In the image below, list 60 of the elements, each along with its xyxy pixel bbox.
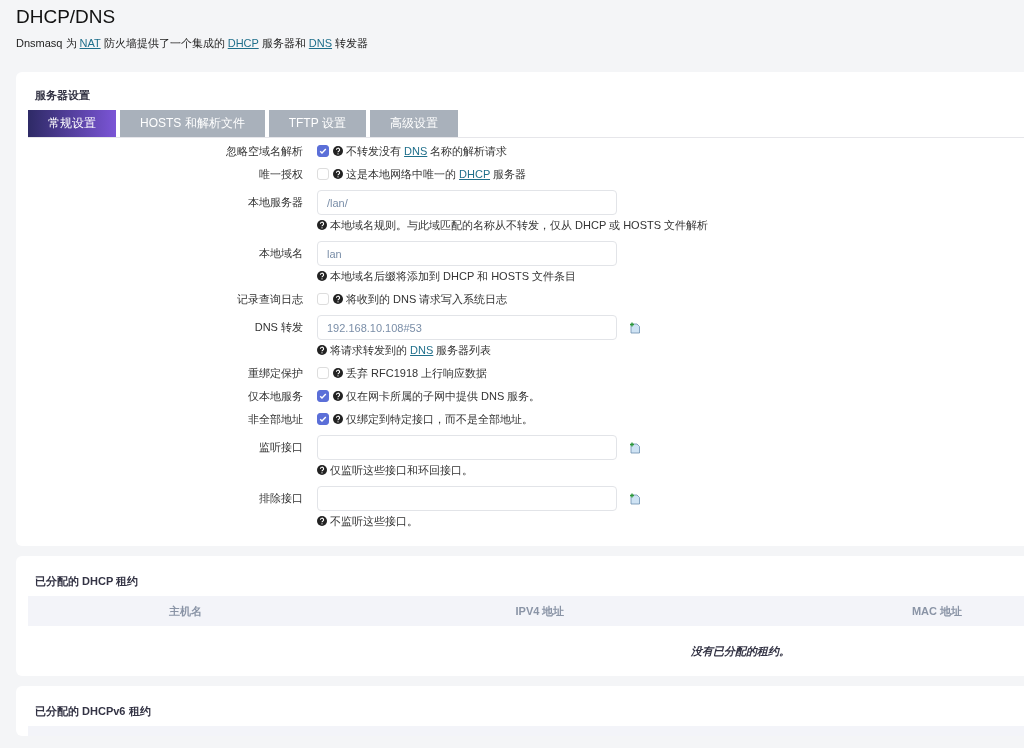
help-icon — [333, 146, 343, 156]
checkbox[interactable] — [317, 413, 329, 425]
page-description: Dnsmasq 为 NAT 防火墙提供了一个集成的 DHCP 服务器和 DNS 转发器 — [16, 36, 370, 50]
help-text: 仅在网卡所属的子网中提供 DNS 服务。 — [333, 389, 541, 403]
help-icon — [317, 516, 327, 526]
help-icon — [333, 368, 343, 378]
help-text: 将收到的 DNS 请求写入系统日志 — [333, 292, 508, 306]
field-label: 仅本地服务 — [247, 389, 303, 403]
field-label: 记录查询日志 — [236, 292, 303, 306]
column-header: IPV4 地址 — [342, 596, 738, 626]
checkbox[interactable] — [317, 390, 329, 402]
tab[interactable]: 常规设置 — [28, 110, 116, 137]
help-text: 仅绑定到特定接口，而不是全部地址。 — [333, 412, 533, 426]
help-text: 丢弃 RFC1918 上行响应数据 — [333, 366, 488, 380]
help-icon — [333, 294, 343, 304]
help-icon — [333, 391, 343, 401]
add-entry-icon[interactable] — [629, 321, 641, 334]
input-field[interactable]: /lan/ — [317, 190, 617, 215]
field-label: 排除接口 — [258, 491, 303, 505]
help-icon — [317, 345, 327, 355]
page-title: DHCP/DNS — [16, 10, 117, 24]
input-field[interactable]: 192.168.10.108#53 — [317, 315, 617, 340]
field-label: 忽略空域名解析 — [225, 144, 303, 158]
checkbox[interactable] — [317, 145, 329, 157]
section-title: 已分配的 DHCP 租约 — [35, 574, 140, 588]
field-label: DNS 转发 — [253, 320, 303, 334]
section-title: 服务器设置 — [35, 88, 91, 102]
help-link[interactable]: DHCP — [459, 168, 491, 180]
help-text: 本地域名规则。与此域匹配的名称从不转发，仅从 DHCP 或 HOSTS 文件解析 — [317, 218, 1024, 232]
help-link[interactable]: DNS — [404, 145, 428, 157]
column-header: MAC 地址 — [738, 596, 1024, 626]
help-icon — [317, 220, 327, 230]
help-text: 不监听这些接口。 — [317, 514, 1024, 528]
help-text: 将请求转发到的 DNS 服务器列表 — [317, 343, 1024, 357]
field-label: 本地域名 — [258, 246, 303, 260]
field-label: 监听接口 — [258, 440, 303, 454]
input-field[interactable]: lan — [317, 241, 617, 266]
help-link[interactable]: NAT — [79, 37, 101, 49]
field-label: 唯一授权 — [258, 167, 303, 181]
add-entry-icon[interactable] — [629, 492, 641, 505]
field-label: 重绑定保护 — [247, 366, 303, 380]
field-label: 本地服务器 — [247, 195, 303, 209]
help-icon — [333, 169, 343, 179]
column-header: 主机名 — [28, 596, 342, 626]
input-field[interactable] — [317, 486, 617, 511]
empty-message: 没有已分配的租约。 — [689, 644, 791, 659]
help-text: 不转发没有 DNS 名称的解析请求 — [333, 144, 508, 158]
help-text: 本地域名后缀将添加到 DHCP 和 HOSTS 文件条目 — [317, 269, 1024, 283]
help-icon — [333, 414, 343, 424]
input-field[interactable] — [317, 435, 617, 460]
field-label: 非全部地址 — [247, 412, 303, 426]
help-icon — [317, 465, 327, 475]
add-entry-icon[interactable] — [629, 441, 641, 454]
section-title: 已分配的 DHCPv6 租约 — [35, 704, 152, 718]
help-text: 这是本地网络中唯一的 DHCP 服务器 — [333, 167, 527, 181]
help-link[interactable]: DHCP — [227, 37, 259, 49]
help-link[interactable]: DNS — [308, 37, 333, 49]
help-text: 仅监听这些接口和环回接口。 — [317, 463, 1024, 477]
help-icon — [317, 271, 327, 281]
help-link[interactable]: DNS — [410, 344, 434, 356]
